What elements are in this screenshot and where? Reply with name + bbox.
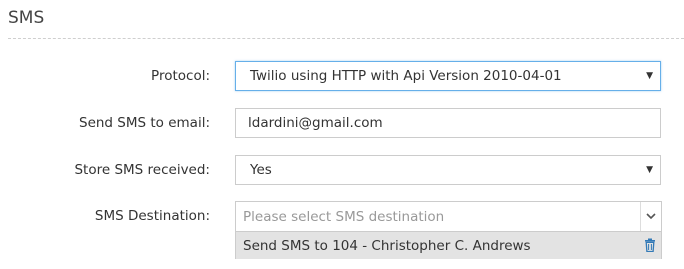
chevron-down-icon[interactable]: [640, 202, 661, 231]
store-select-value: Yes: [250, 162, 272, 178]
caret-down-icon: ▼: [646, 71, 653, 81]
email-label: Send SMS to email:: [79, 115, 210, 131]
destination-multiselect: Please select SMS destination Send SMS t…: [235, 201, 662, 259]
protocol-select[interactable]: Twilio using HTTP with Api Version 2010-…: [235, 61, 661, 91]
store-select[interactable]: Yes ▼: [235, 155, 661, 185]
protocol-select-value: Twilio using HTTP with Api Version 2010-…: [250, 68, 562, 84]
destination-search[interactable]: Please select SMS destination: [236, 202, 661, 231]
section-divider: [8, 38, 684, 39]
store-label: Store SMS received:: [74, 162, 210, 178]
email-field[interactable]: ldardini@gmail.com: [235, 108, 661, 138]
email-field-value: ldardini@gmail.com: [248, 115, 383, 131]
section-title: SMS: [8, 8, 45, 28]
destination-label: SMS Destination:: [94, 208, 210, 224]
destination-selected-label: Send SMS to 104 - Christopher C. Andrews: [243, 237, 531, 254]
trash-icon[interactable]: [644, 238, 656, 252]
sms-settings-panel: SMS Protocol: Twilio using HTTP with Api…: [0, 0, 684, 269]
destination-placeholder: Please select SMS destination: [243, 208, 445, 225]
destination-selected-item: Send SMS to 104 - Christopher C. Andrews: [236, 231, 661, 259]
protocol-label: Protocol:: [151, 68, 210, 84]
caret-down-icon: ▼: [646, 165, 653, 175]
